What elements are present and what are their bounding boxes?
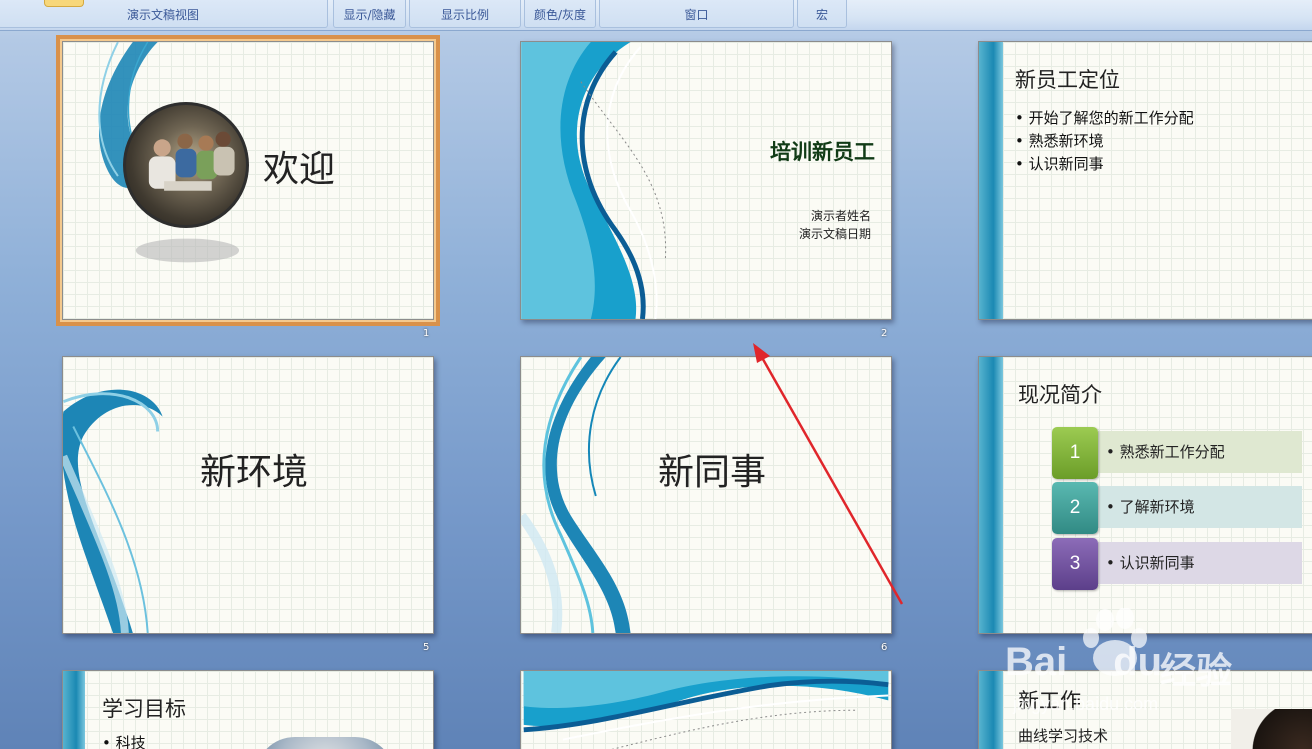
bullet-item: 开始了解您的新工作分配 — [1015, 107, 1194, 130]
item-number: 3 — [1052, 538, 1098, 590]
slide-thumbnail-10[interactable] — [520, 670, 892, 749]
item-text: • 了解新环境 — [1098, 486, 1302, 528]
ribbon-group-macros[interactable]: 宏 — [797, 0, 847, 28]
slide-title: 培训新员工 — [770, 139, 875, 164]
item-label: 了解新环境 — [1119, 498, 1195, 516]
item-text: • 熟悉新工作分配 — [1098, 431, 1302, 473]
ribbon-group-color-grayscale[interactable]: 颜色/灰度 — [524, 0, 596, 28]
ribbon-group-label: 显示比例 — [440, 8, 489, 22]
bullet-list: 科技 — [102, 732, 146, 749]
wave-decoration — [523, 671, 889, 749]
slide-thumbnail-6[interactable]: 新同事 — [520, 356, 892, 634]
ribbon: 演示文稿视图 显示/隐藏 显示比例 颜色/灰度 窗口 宏 — [0, 0, 1312, 31]
slide-thumbnail-9[interactable]: 学习目标 科技 — [62, 670, 434, 749]
bullet-list: 开始了解您的新工作分配 熟悉新环境 认识新同事 — [1015, 107, 1194, 176]
slide-thumbnail-7[interactable]: 现况简介 • 熟悉新工作分配 1 • 了解新环境 2 • 认识新同事 3 — [978, 356, 1312, 634]
presenter-name: 演示者姓名 — [810, 209, 871, 223]
ribbon-group-show-hide[interactable]: 显示/隐藏 — [333, 0, 406, 28]
swirl-decoration — [98, 42, 240, 263]
item-text: • 认识新同事 — [1098, 542, 1302, 584]
team-photo-image — [123, 102, 249, 228]
slide-thumbnail-3[interactable]: 新员工定位 开始了解您的新工作分配 熟悉新环境 认识新同事 — [978, 41, 1312, 320]
slide-number: 6 — [881, 642, 888, 653]
item-label: 认识新同事 — [1119, 554, 1195, 572]
slide-sidebar-decoration — [979, 357, 1003, 633]
slide-thumbnail-5[interactable]: 新环境 — [62, 356, 434, 634]
slide-title: 新环境 — [200, 452, 309, 493]
item-number: 1 — [1052, 427, 1098, 479]
slide-number: 5 — [423, 642, 430, 653]
ribbon-group-label: 宏 — [815, 8, 828, 22]
ribbon-group-label: 显示/隐藏 — [343, 8, 396, 22]
wave-decoration — [521, 42, 667, 319]
swirl-decoration — [521, 357, 631, 633]
item-number: 2 — [1052, 482, 1098, 534]
slide-thumbnail-2[interactable]: 培训新员工 演示者姓名 演示文稿日期 — [520, 41, 892, 320]
slide-sidebar-decoration — [979, 671, 1003, 749]
ribbon-group-label: 窗口 — [684, 8, 709, 22]
ribbon-group-label: 颜色/灰度 — [533, 8, 587, 22]
photo-image — [1231, 709, 1312, 749]
list-item: • 了解新环境 2 — [1052, 482, 1312, 534]
slide-title: 新员工定位 — [1015, 68, 1120, 92]
slide-title: 新工作 — [1018, 689, 1081, 713]
list-item: • 熟悉新工作分配 1 — [1052, 427, 1312, 479]
slide-number: 1 — [423, 328, 430, 339]
ribbon-group-presentation-views[interactable]: 演示文稿视图 — [0, 0, 328, 28]
bullet-item: 认识新同事 — [1015, 153, 1194, 176]
slide-subtitle: 曲线学习技术 — [1018, 727, 1109, 745]
bullet-item: 科技 — [102, 732, 146, 749]
ribbon-group-label: 演示文稿视图 — [126, 8, 199, 22]
bullet-item: 熟悉新环境 — [1015, 130, 1194, 153]
slide-thumbnail-11[interactable]: 新工作 曲线学习技术 — [978, 670, 1312, 749]
slide-title: 新同事 — [658, 452, 767, 493]
photo-image — [255, 737, 395, 749]
swirl-decoration — [63, 389, 163, 633]
ribbon-group-zoom[interactable]: 显示比例 — [409, 0, 521, 28]
slide-title: 学习目标 — [102, 697, 186, 721]
slide-sidebar-decoration — [63, 671, 85, 749]
slide-number: 2 — [881, 328, 888, 339]
slide-title: 现况简介 — [1018, 383, 1102, 407]
slide-sidebar-decoration — [979, 42, 1003, 319]
presentation-date: 演示文稿日期 — [798, 227, 871, 241]
item-label: 熟悉新工作分配 — [1119, 443, 1225, 461]
list-item: • 认识新同事 3 — [1052, 538, 1312, 590]
slide-title: 欢迎 — [263, 149, 336, 190]
ribbon-group-window[interactable]: 窗口 — [599, 0, 794, 28]
slide-thumbnail-1[interactable]: 欢迎 — [56, 35, 440, 326]
